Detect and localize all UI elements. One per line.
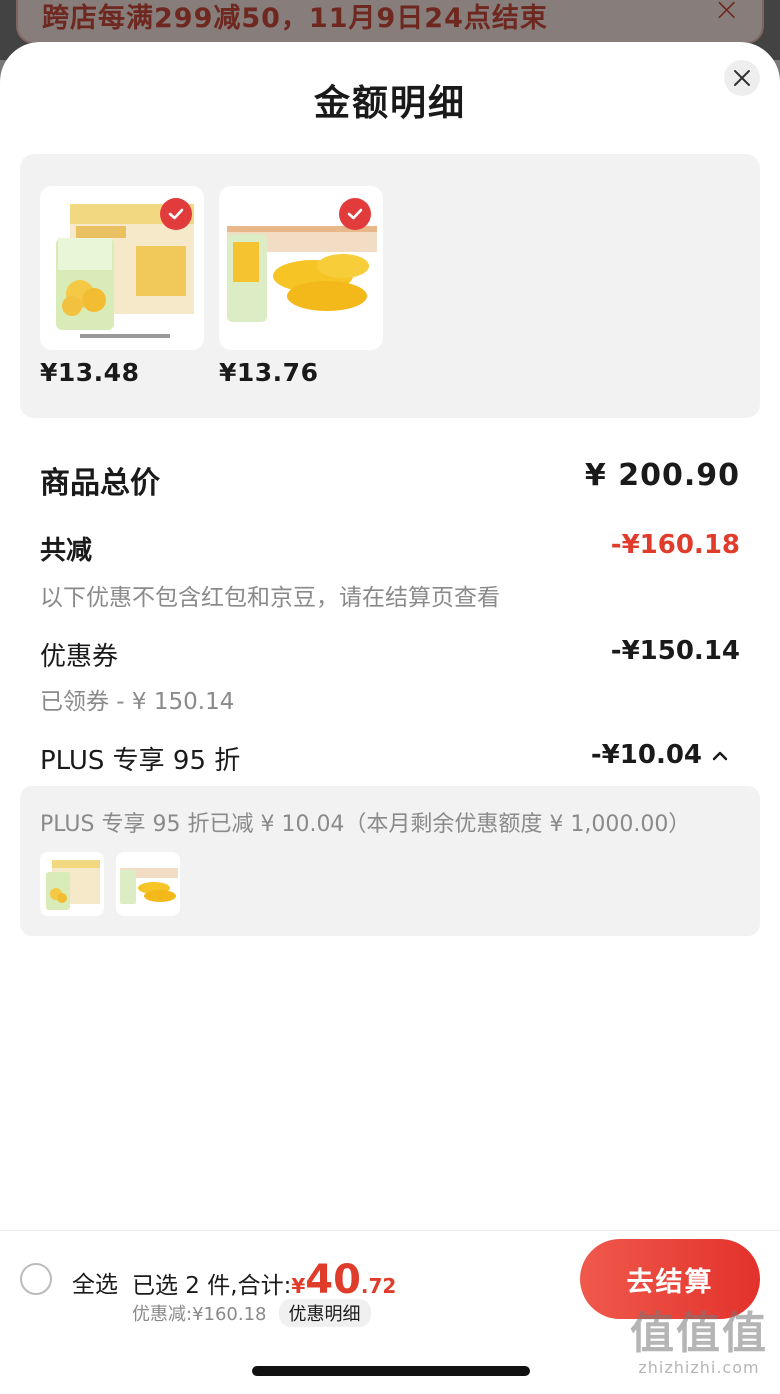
selected-count-text: 已选 2 件,合计: [132, 1273, 292, 1299]
total-reduce-row: 共减 -¥160.18 [40, 530, 740, 566]
select-all-radio[interactable] [20, 1263, 52, 1295]
selected-check-icon[interactable] [339, 198, 371, 230]
coupon-value: -¥150.14 [610, 636, 740, 666]
product-item[interactable]: ¥13.48 [40, 186, 204, 387]
total-currency: ¥ [291, 1274, 306, 1298]
close-button[interactable] [724, 60, 760, 96]
total-price-label: 商品总价 [40, 466, 160, 501]
home-indicator [252, 1366, 530, 1376]
total-price-row: 商品总价 ¥ 200.90 [40, 458, 740, 502]
coupon-label: 优惠券 [40, 642, 119, 672]
discount-line: 优惠减:¥160.18 优惠明细 [132, 1299, 371, 1327]
product-image [219, 186, 383, 350]
checkout-button[interactable]: 去结算 [580, 1239, 760, 1319]
product-list: ¥13.48 ¥13.76 [20, 154, 760, 418]
plus-discount-label: PLUS 专享 95 折 [40, 746, 241, 776]
site-watermark: 值值值 zhizhizhi.com [630, 1308, 768, 1378]
chevron-up-icon[interactable] [710, 746, 730, 766]
total-price-value: ¥ 200.90 [584, 458, 740, 493]
total-reduce-label: 共减 [40, 536, 93, 566]
plus-detail-note: PLUS 专享 95 折已减 ¥ 10.04（本月剩余优惠额度 ¥ 1,000.… [40, 812, 691, 837]
discount-text: 优惠减:¥160.18 [132, 1304, 267, 1325]
total-reduce-value: -¥160.18 [610, 530, 740, 560]
close-icon [734, 70, 750, 86]
reduce-note: 以下优惠不包含红包和京豆，请在结算页查看 [40, 585, 500, 611]
product-image [40, 186, 204, 350]
watermark-logo: 值值值 [630, 1308, 768, 1359]
plus-detail-box: PLUS 专享 95 折已减 ¥ 10.04（本月剩余优惠额度 ¥ 1,000.… [20, 786, 760, 936]
total-decimal: .72 [360, 1274, 397, 1298]
plus-discount-row[interactable]: PLUS 专享 95 折 -¥10.04 [40, 740, 740, 776]
coupon-row: 优惠券 -¥150.14 [40, 636, 740, 672]
discount-detail-button[interactable]: 优惠明细 [278, 1299, 371, 1327]
product-thumbnail [116, 852, 180, 916]
product-price: ¥13.76 [219, 358, 319, 387]
total-summary: 已选 2 件,合计:¥40.72 [132, 1257, 396, 1303]
sheet-title: 金额明细 [313, 83, 466, 124]
product-price: ¥13.48 [40, 358, 140, 387]
product-thumbnail [40, 852, 104, 916]
plus-discount-value: -¥10.04 [590, 740, 702, 770]
watermark-url: zhizhizhi.com [638, 1358, 760, 1377]
product-item[interactable]: ¥13.76 [219, 186, 383, 387]
amount-detail-sheet: 金额明细 ¥13.48 ¥13.76 商品总价 ¥ 200.90 共减 -¥16… [0, 42, 780, 1394]
select-all-label[interactable]: 全选 [72, 1265, 118, 1299]
coupon-note: 已领券 - ¥ 150.14 [40, 689, 235, 715]
total-integer: 40 [305, 1257, 361, 1303]
selected-check-icon[interactable] [160, 198, 192, 230]
